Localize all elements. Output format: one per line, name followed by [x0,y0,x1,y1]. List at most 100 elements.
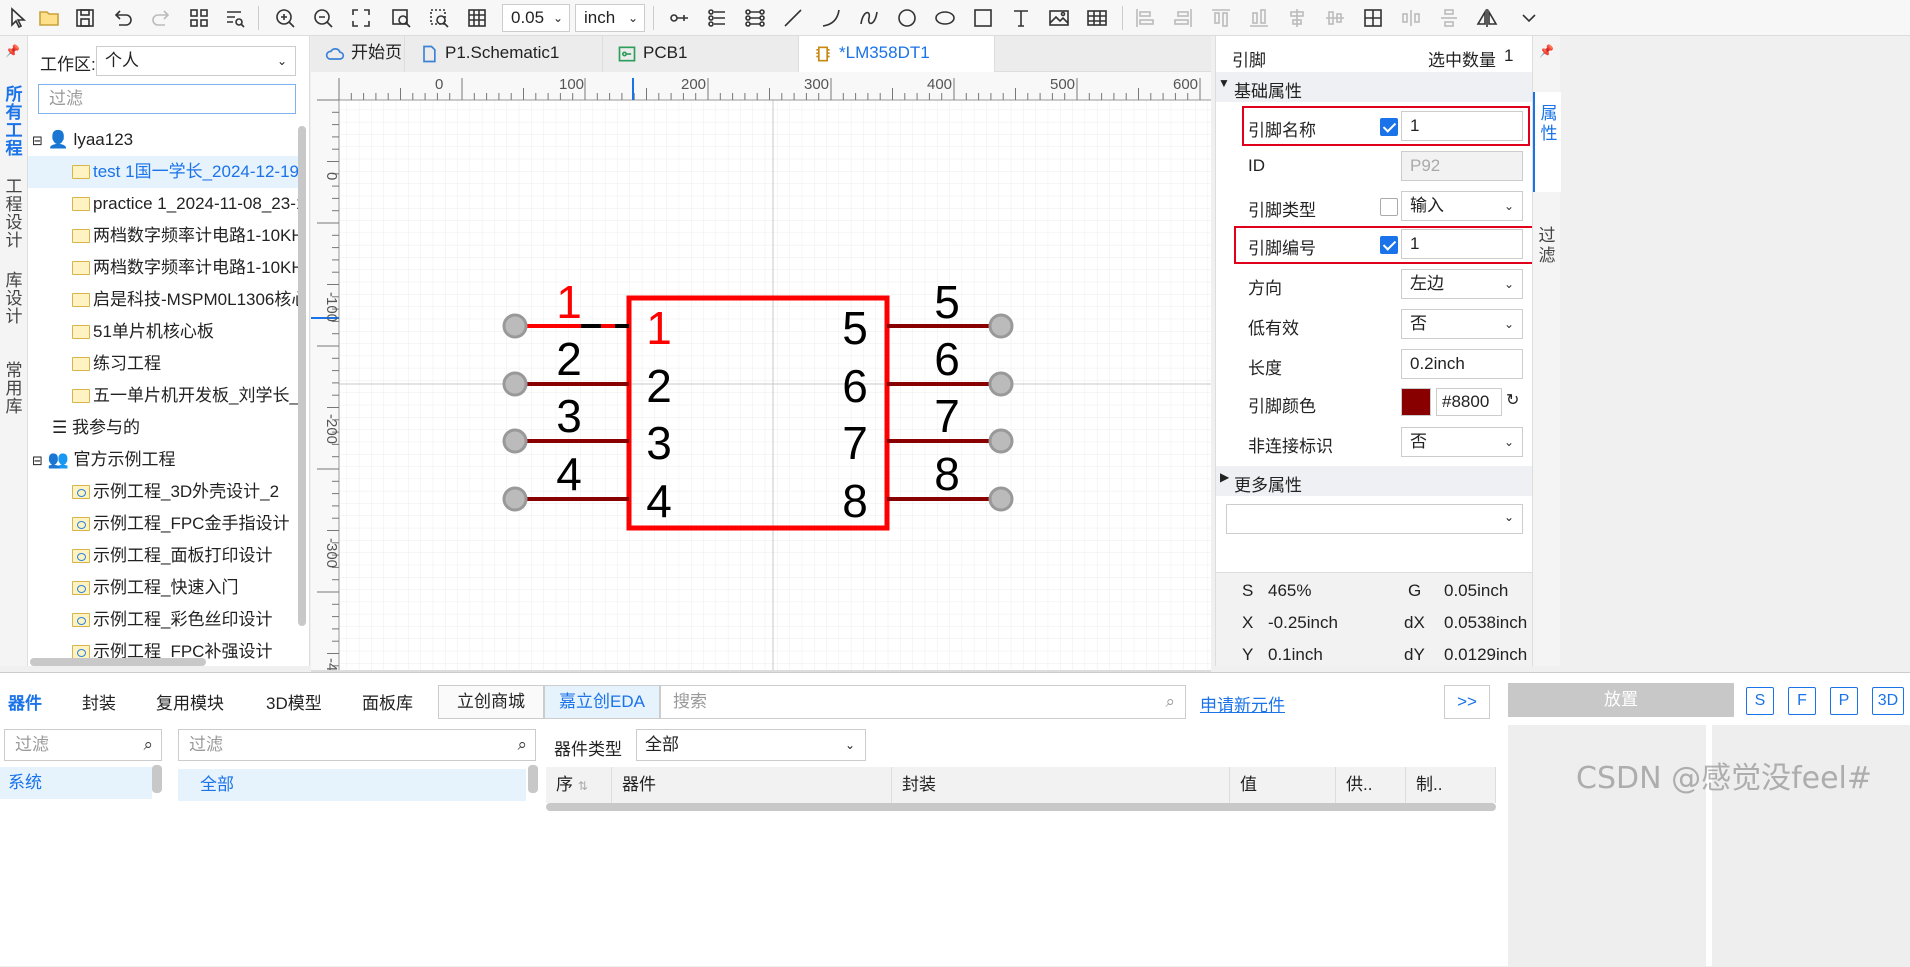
source-lcsc[interactable]: 立创商城 [438,685,544,719]
save-icon[interactable] [70,4,100,32]
tab-schematic[interactable]: P1.Schematic1 [405,36,603,72]
col-footprint[interactable]: 封装 [892,767,1230,803]
project-item[interactable]: practice 1_2024-11-08_23-15-5 [28,188,298,220]
align-center-h-icon[interactable] [1282,4,1312,32]
pcb-view-button[interactable]: P [1830,687,1858,715]
project-item[interactable]: test 1国一学长_2024-12-19_14 [28,156,298,188]
project-item[interactable]: 练习工程 [28,348,298,380]
3d-view-button[interactable]: 3D [1872,687,1904,715]
undo-icon[interactable] [108,4,138,32]
section-more[interactable]: ▶ 更多属性 [1216,466,1533,496]
align-grid-icon[interactable] [1358,4,1388,32]
tab-filter[interactable]: 过滤 [1537,226,1557,266]
tree-joined-node[interactable]: ☰ 我参与的 [28,412,298,444]
col-value[interactable]: 值 [1230,767,1336,803]
search-icon[interactable]: ⌕ [517,730,527,760]
tree-official-node[interactable]: ⊟ 👥 官方示例工程 [28,444,298,476]
pin-array-icon[interactable] [702,4,732,32]
project-filter-input[interactable]: 过滤 [38,84,296,114]
tab-common-library[interactable]: 常用库 [3,362,25,416]
schematic-canvas[interactable]: 0 100 200 300 400 500 600 0 -100 -200 -3… [311,72,1211,670]
tab-3d-models[interactable]: 3D模型 [266,689,322,714]
horizontal-scrollbar[interactable] [546,803,1496,811]
footprint-view-button[interactable]: F [1788,687,1816,715]
place-button[interactable]: 放置 [1508,683,1734,717]
zoom-in-icon[interactable] [270,4,300,32]
apply-new-component-link[interactable]: 申请新元件 [1200,691,1285,716]
tab-all-projects[interactable]: 所有工程 [3,86,25,158]
align-center-v-icon[interactable] [1320,4,1350,32]
pin-color-swatch[interactable] [1401,388,1431,416]
grid-size-select[interactable]: 0.05 ⌄ [502,4,570,32]
col-index[interactable]: 序 ⇅ [546,767,612,803]
align-bottom-icon[interactable] [1244,4,1274,32]
align-left-icon[interactable] [1130,4,1160,32]
tab-project-design[interactable]: 工程设计 [3,178,25,250]
tab-devices[interactable]: 器件 [8,689,42,714]
zoom-area-icon[interactable] [386,4,416,32]
search-icon[interactable]: ⌕ [143,730,153,760]
arc-tool-icon[interactable] [816,4,846,32]
ellipse-tool-icon[interactable] [930,4,960,32]
vertical-scrollbar[interactable] [298,126,306,626]
section-basic[interactable]: ▼ 基础属性 [1216,72,1533,102]
distribute-h-icon[interactable] [1396,4,1426,32]
pin-pair-icon[interactable] [740,4,770,32]
pin-panel-icon[interactable]: 📌 [1539,44,1554,58]
more-properties-select[interactable]: ⌄ [1226,504,1523,534]
example-item[interactable]: 示例工程_FPC金手指设计 [28,508,298,540]
project-item[interactable]: 五一单片机开发板_刘学长_202 [28,380,298,412]
vertical-scrollbar[interactable] [528,765,538,793]
tab-symbol[interactable]: *LM358DT1 [799,36,995,72]
zoom-selection-icon[interactable] [424,4,454,32]
workspace-select[interactable]: 个人 ⌄ [96,46,296,76]
pin-tool-icon[interactable] [664,4,694,32]
tab-start-page[interactable]: 开始页 [311,36,405,72]
category-all[interactable]: 全部 [178,769,526,801]
project-item[interactable]: 51单片机核心板 [28,316,298,348]
project-item[interactable]: 两档数字频率计电路1-10KHZ测 [28,220,298,252]
pin-panel-icon[interactable]: 📌 [5,44,20,58]
align-right-icon[interactable] [1168,4,1198,32]
tab-library-design[interactable]: 库设计 [3,272,25,326]
table-tool-icon[interactable] [1082,4,1112,32]
circle-tool-icon[interactable] [892,4,922,32]
horizontal-scrollbar[interactable] [30,658,206,666]
example-item[interactable]: 示例工程_3D外壳设计_2 [28,476,298,508]
project-item[interactable]: 启是科技-MSPM0L1306核心板 [28,284,298,316]
tab-properties[interactable]: 属性 [1533,92,1561,192]
search-icon[interactable]: ⌕ [1165,686,1175,718]
tab-reuse-modules[interactable]: 复用模块 [156,689,224,714]
device-type-select[interactable]: 全部 ⌄ [636,729,866,761]
noconnect-select[interactable]: 否 ⌄ [1401,427,1523,457]
category-system[interactable]: 系统 [0,767,152,799]
col-supplier[interactable]: 供.. [1336,767,1406,803]
length-input[interactable]: 0.2inch [1401,349,1523,379]
zoom-out-icon[interactable] [308,4,338,32]
example-item[interactable]: 示例工程_面板打印设计 [28,540,298,572]
library-search-input[interactable]: 搜索 ⌕ [660,685,1186,719]
fit-view-icon[interactable] [346,4,376,32]
vertical-scrollbar[interactable] [152,765,162,793]
collapse-icon[interactable]: ⊟ [32,453,43,468]
search-list-icon[interactable] [220,4,250,32]
tab-panel-library[interactable]: 面板库 [362,689,413,714]
redo-icon[interactable] [146,4,176,32]
pin-type-visible-checkbox[interactable] [1380,198,1398,216]
chevron-down-icon[interactable] [1514,4,1544,32]
symbol-view-button[interactable]: S [1746,687,1774,715]
reset-icon[interactable]: ↻ [1506,390,1519,410]
align-top-icon[interactable] [1206,4,1236,32]
project-item[interactable]: 两档数字频率计电路1-10KHZ测 [28,252,298,284]
col-manufacturer[interactable]: 制.. [1406,767,1496,803]
source-jlc-eda[interactable]: 嘉立创EDA [544,685,660,719]
rectangle-tool-icon[interactable] [968,4,998,32]
image-tool-icon[interactable] [1044,4,1074,32]
category-filter-input[interactable]: 过滤 ⌕ [4,729,162,761]
expand-button[interactable]: >> [1444,685,1490,719]
example-item[interactable]: 示例工程_彩色丝印设计 [28,604,298,636]
grid-view-icon[interactable] [184,4,214,32]
tab-footprints[interactable]: 封装 [82,689,116,714]
tree-user-node[interactable]: ⊟ 👤 lyaa123 [28,124,298,156]
col-device[interactable]: 器件 [612,767,892,803]
